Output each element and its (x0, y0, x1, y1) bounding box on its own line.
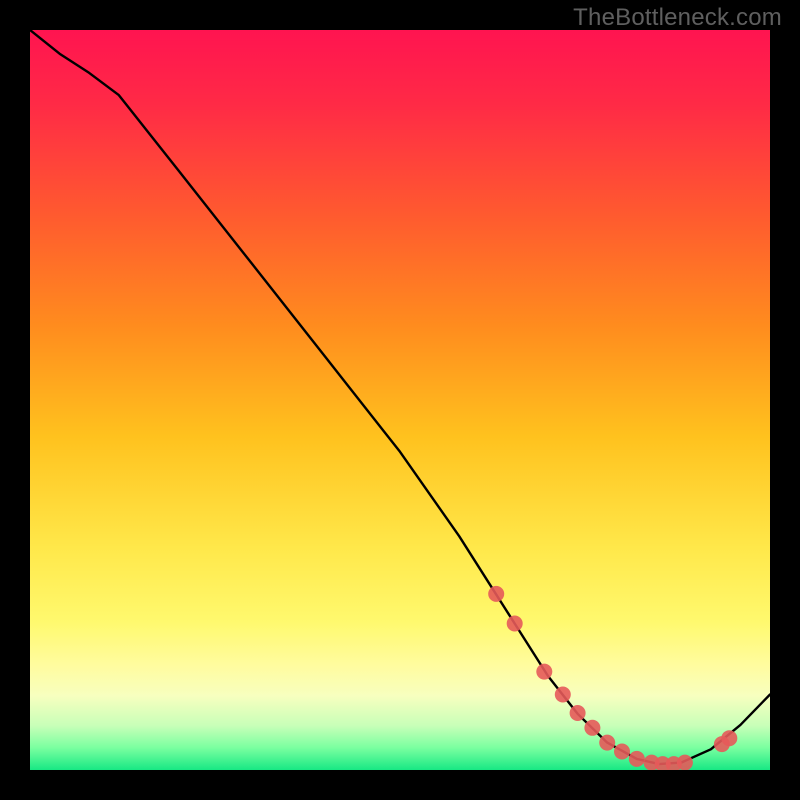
trough-marker (721, 730, 737, 746)
trough-marker (614, 744, 630, 760)
plot-area (30, 30, 770, 770)
trough-marker (629, 751, 645, 767)
trough-marker (488, 586, 504, 602)
trough-marker (599, 735, 615, 751)
plot-svg (30, 30, 770, 770)
trough-marker (584, 720, 600, 736)
trough-marker (555, 687, 571, 703)
trough-marker (507, 616, 523, 632)
trough-marker (677, 755, 693, 770)
watermark-label: TheBottleneck.com (573, 4, 782, 32)
chart-frame: TheBottleneck.com (0, 0, 800, 800)
trough-marker (570, 705, 586, 721)
trough-marker (536, 664, 552, 680)
gradient-background (30, 30, 770, 770)
